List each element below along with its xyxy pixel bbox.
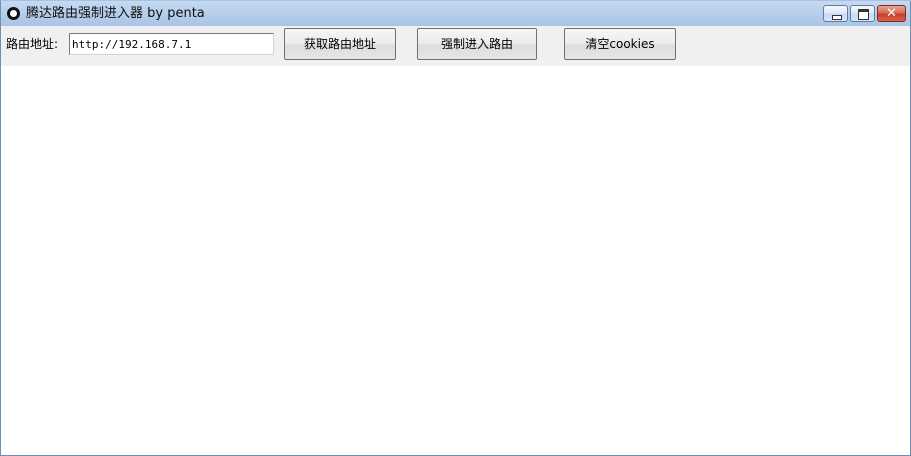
close-button[interactable]: ✕ xyxy=(877,5,906,22)
router-address-input[interactable] xyxy=(69,33,274,55)
title-bar[interactable]: 腾达路由强制进入器 by penta ✕ xyxy=(1,1,910,26)
caption-buttons: ✕ xyxy=(821,5,906,23)
minimize-button[interactable] xyxy=(823,5,848,22)
get-router-address-button[interactable]: 获取路由地址 xyxy=(284,28,396,60)
client-area: 路由地址: 获取路由地址 强制进入路由 清空cookies xyxy=(1,26,910,455)
toolbar: 路由地址: 获取路由地址 强制进入路由 清空cookies xyxy=(1,26,910,66)
browser-content-area[interactable] xyxy=(1,66,910,455)
close-icon: ✕ xyxy=(886,6,897,21)
maximize-icon xyxy=(858,9,869,20)
maximize-button[interactable] xyxy=(850,5,875,22)
minimize-icon xyxy=(832,15,842,20)
clear-cookies-button[interactable]: 清空cookies xyxy=(564,28,676,60)
force-enter-router-button[interactable]: 强制进入路由 xyxy=(417,28,537,60)
app-window: 腾达路由强制进入器 by penta ✕ 路由地址: 获取路由地址 强制进入路由… xyxy=(0,0,911,456)
app-circle-icon[interactable] xyxy=(7,7,20,20)
router-address-label: 路由地址: xyxy=(6,37,59,51)
window-title: 腾达路由强制进入器 by penta xyxy=(26,6,205,21)
